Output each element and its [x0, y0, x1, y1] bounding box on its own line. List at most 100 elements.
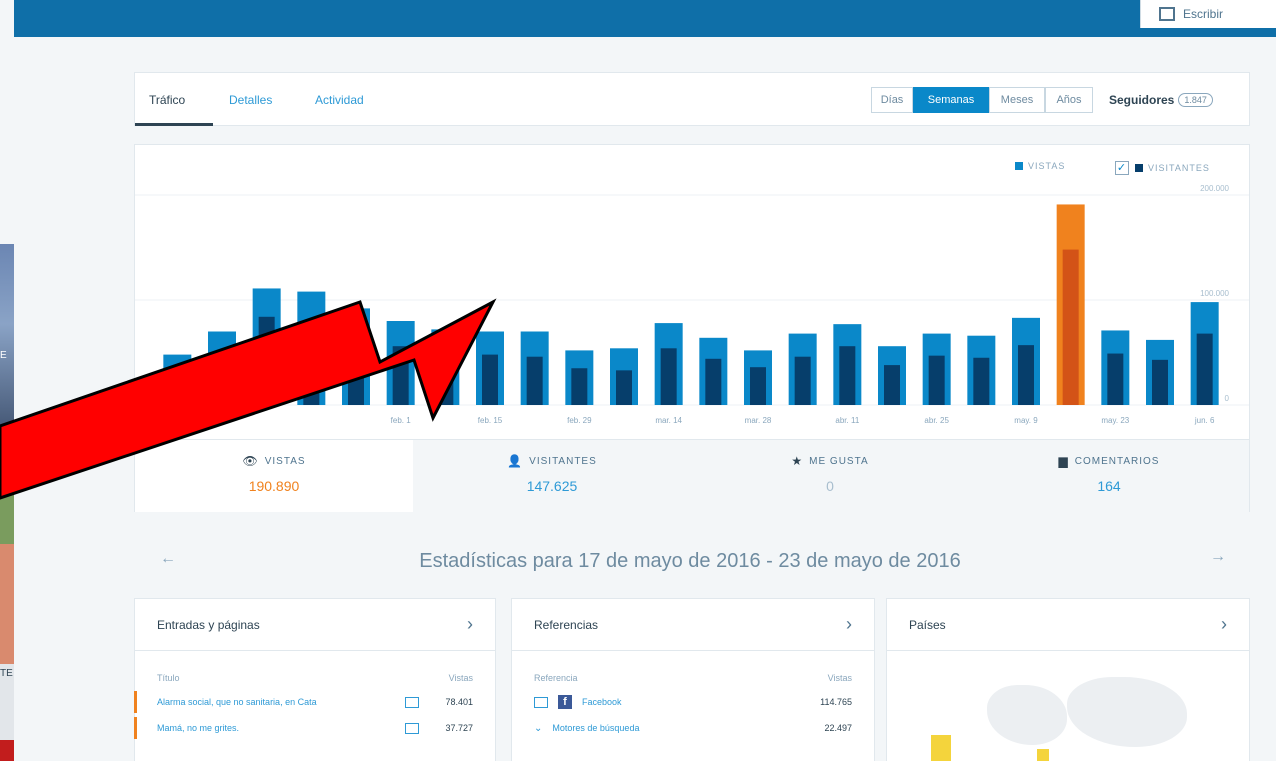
summary-tab-likes[interactable]: ★ ME GUSTA 0 — [691, 440, 969, 512]
col-views: Vistas — [448, 673, 473, 683]
y-tick-label: 0 — [1225, 394, 1230, 403]
col-title: Título — [157, 673, 180, 683]
world-map-region — [1067, 677, 1187, 747]
chevron-right-icon[interactable]: › — [1221, 614, 1227, 635]
background-photo-fragment — [0, 740, 14, 761]
arrow-shape — [0, 298, 497, 500]
visitors-bar[interactable] — [616, 370, 632, 405]
previous-period-arrow-icon[interactable]: ← — [160, 550, 176, 568]
tab-traffic[interactable]: Tráfico — [149, 93, 185, 107]
write-icon — [1159, 7, 1175, 21]
posts-table-header: Título Vistas — [135, 651, 495, 683]
background-photo-fragment — [0, 544, 14, 664]
table-row[interactable]: Alarma social, que no sanitaria, en Cata… — [134, 689, 495, 715]
post-link[interactable]: Alarma social, que no sanitaria, en Cata — [157, 697, 405, 707]
x-tick-label: abr. 11 — [835, 416, 859, 425]
visitors-bar[interactable] — [1196, 333, 1213, 405]
star-icon: ★ — [791, 454, 804, 468]
x-tick-label: mar. 14 — [655, 416, 682, 425]
followers-link[interactable]: Seguidores 1.847 — [1109, 93, 1213, 107]
table-row[interactable]: ⌄ Motores de búsqueda 22.497 — [512, 715, 874, 741]
referrers-module-header[interactable]: Referencias › — [512, 599, 874, 651]
world-map-highlight — [931, 735, 951, 761]
visitors-bar[interactable] — [705, 358, 722, 405]
x-tick-label: jun. 6 — [1194, 416, 1215, 425]
visitors-bar[interactable] — [660, 348, 677, 405]
table-row[interactable]: Mamá, no me grites. 37.727 — [134, 715, 495, 741]
y-tick-label: 200.000 — [1200, 184, 1229, 193]
active-tab-indicator — [135, 123, 213, 126]
visitors-bar[interactable] — [1107, 353, 1124, 405]
period-weeks-button[interactable]: Semanas — [913, 87, 989, 113]
visitors-bar[interactable] — [526, 356, 543, 405]
stats-navigation: Tráfico Detalles Actividad Días Semanas … — [134, 72, 1250, 126]
post-views: 78.401 — [445, 697, 473, 707]
col-views: Vistas — [827, 673, 852, 683]
visitors-bar[interactable] — [750, 367, 766, 405]
red-annotation-arrow — [0, 298, 497, 500]
external-link-icon[interactable] — [405, 722, 419, 734]
visitors-bar[interactable] — [571, 368, 588, 405]
period-days-button[interactable]: Días — [871, 87, 913, 113]
post-link[interactable]: Mamá, no me grites. — [157, 723, 405, 733]
external-link-icon[interactable] — [405, 696, 419, 708]
write-label: Escribir — [1183, 7, 1224, 21]
countries-module-title: Países — [909, 617, 946, 632]
referrer-link[interactable]: Facebook — [582, 697, 792, 707]
photo-fragment-text: TE — [0, 668, 13, 679]
highlight-bar — [134, 717, 137, 739]
visitors-bar[interactable] — [1062, 249, 1079, 405]
x-tick-label: mar. 28 — [745, 416, 772, 425]
visitors-bar[interactable] — [794, 356, 811, 405]
posts-module-title: Entradas y páginas — [157, 617, 260, 632]
visitors-bar[interactable] — [973, 357, 990, 405]
summary-visitors-label: VISITANTES — [529, 455, 597, 467]
visitors-bar[interactable] — [884, 365, 900, 405]
post-views: 37.727 — [445, 723, 473, 733]
posts-module: Entradas y páginas › Título Vistas Alarm… — [134, 598, 496, 761]
external-link-icon[interactable] — [534, 696, 548, 708]
summary-comments-value: 164 — [1097, 478, 1121, 494]
next-period-arrow-icon[interactable]: → — [1210, 548, 1226, 566]
table-row[interactable]: f Facebook 114.765 — [512, 689, 874, 715]
visitors-bar[interactable] — [1152, 359, 1168, 405]
summary-comments-label: COMENTARIOS — [1074, 455, 1160, 467]
visitors-bar[interactable] — [1018, 345, 1034, 405]
col-referrer: Referencia — [534, 673, 578, 683]
x-tick-label: feb. 29 — [567, 416, 592, 425]
x-tick-label: may. 23 — [1101, 416, 1129, 425]
world-map-region — [987, 685, 1067, 745]
x-tick-label: abr. 25 — [924, 416, 949, 425]
referrers-table-header: Referencia Vistas — [512, 651, 874, 683]
period-months-button[interactable]: Meses — [989, 87, 1045, 113]
tab-details[interactable]: Detalles — [229, 93, 272, 107]
chevron-right-icon[interactable]: › — [467, 614, 473, 635]
referrer-link[interactable]: Motores de búsqueda — [552, 723, 792, 733]
comment-icon: ▆ — [1058, 454, 1069, 468]
facebook-icon: f — [558, 695, 572, 709]
posts-module-header[interactable]: Entradas y páginas › — [135, 599, 495, 651]
summary-likes-value: 0 — [826, 478, 834, 494]
period-years-button[interactable]: Años — [1045, 87, 1093, 113]
countries-module-header[interactable]: Países › — [887, 599, 1249, 651]
followers-count: 1.847 — [1178, 93, 1213, 107]
world-map-highlight — [1037, 749, 1049, 761]
chevron-down-icon[interactable]: ⌄ — [534, 723, 542, 734]
masterbar — [14, 0, 1276, 37]
highlight-bar — [134, 691, 137, 713]
summary-likes-label: ME GUSTA — [809, 455, 869, 467]
followers-label: Seguidores — [1109, 93, 1175, 107]
summary-tab-comments[interactable]: ▆ COMENTARIOS 164 — [969, 440, 1249, 512]
countries-module: Países › — [886, 598, 1250, 761]
y-tick-label: 100.000 — [1200, 289, 1229, 298]
referrers-module-title: Referencias — [534, 617, 599, 632]
visitors-bar[interactable] — [928, 355, 945, 405]
tab-activity[interactable]: Actividad — [315, 93, 364, 107]
visitors-bar[interactable] — [839, 346, 856, 405]
chevron-right-icon[interactable]: › — [846, 614, 852, 635]
referrers-module: Referencias › Referencia Vistas f Facebo… — [511, 598, 875, 761]
write-button[interactable]: Escribir — [1140, 0, 1276, 28]
x-tick-label: may. 9 — [1014, 416, 1038, 425]
referrer-views: 22.497 — [824, 723, 852, 733]
referrer-views: 114.765 — [820, 697, 852, 707]
